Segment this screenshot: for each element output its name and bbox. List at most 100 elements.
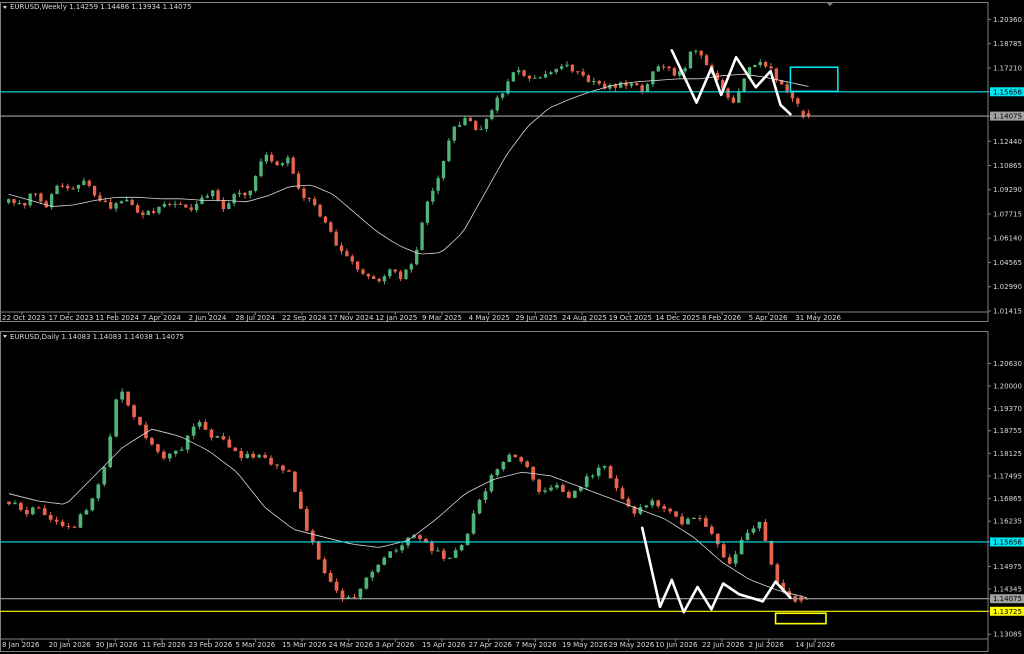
daily-candle-body (328, 573, 333, 582)
daily-candle-body (775, 564, 780, 583)
weekly-candle-body (114, 203, 118, 209)
weekly-candle-body (683, 68, 687, 72)
daily-candle-body (227, 439, 232, 448)
weekly-candle-body (474, 121, 478, 130)
weekly-candle-body (243, 192, 247, 196)
weekly-candle-body (275, 161, 279, 166)
weekly-candle-body (173, 203, 177, 205)
weekly-x-tick-label: 17 Nov 2024 (329, 314, 374, 322)
daily-candle-body (483, 491, 488, 500)
weekly-y-tick-label: 1.09290 (993, 186, 1022, 194)
weekly-candle-body (549, 72, 553, 75)
weekly-candle-body (640, 85, 644, 92)
daily-y-tick-label: 1.18125 (993, 450, 1022, 458)
weekly-candle-body (527, 75, 532, 79)
weekly-x-tick-label: 7 Apr 2024 (142, 314, 181, 322)
weekly-x-tick-label: 17 Dec 2023 (49, 314, 94, 322)
weekly-candle-body (731, 97, 736, 103)
daily-candle-body (584, 476, 589, 487)
daily-candle-body (602, 466, 607, 468)
weekly-candle-body (490, 110, 494, 120)
weekly-candle-body (60, 185, 65, 187)
daily-y-tick-label: 1.17495 (993, 472, 1022, 480)
weekly-candle-body (178, 203, 183, 205)
weekly-candle-body (565, 64, 569, 67)
daily-candle-body (745, 532, 750, 540)
daily-candle-body (376, 564, 381, 572)
weekly-x-tick-label: 14 Dec 2025 (655, 314, 700, 322)
weekly-candle-body (184, 204, 188, 208)
daily-candle-body (715, 533, 720, 545)
weekly-candle-body (570, 64, 575, 72)
weekly-y-tick-label: 1.20360 (993, 16, 1022, 24)
daily-candle-body (19, 502, 23, 510)
weekly-price-tag-label: 1.15656 (993, 88, 1022, 96)
daily-x-tick-label: 11 Feb 2026 (142, 641, 186, 649)
daily-y-tick-label: 1.16235 (993, 518, 1022, 526)
weekly-candle-body (7, 199, 11, 203)
daily-candle-body (167, 453, 172, 459)
daily-candle-body (340, 590, 345, 599)
daily-candle-body (60, 521, 65, 527)
daily-x-tick-label: 15 Apr 2026 (422, 641, 466, 649)
daily-x-tick-label: 19 May 2026 (562, 641, 608, 649)
daily-candle-body (662, 506, 667, 509)
weekly-candle-body (463, 117, 467, 126)
daily-y-tick-label: 1.19370 (993, 405, 1022, 413)
weekly-x-tick-label: 29 Jun 2025 (515, 314, 557, 322)
daily-candle-body (519, 457, 524, 462)
weekly-candle-body (130, 199, 134, 206)
weekly-candle-body (259, 161, 263, 177)
weekly-candle-body (71, 188, 75, 190)
daily-candle-body (763, 521, 768, 541)
daily-candle-body (507, 454, 512, 463)
daily-candle-body (435, 550, 440, 552)
daily-candle-body (78, 514, 83, 528)
daily-candle-body (400, 545, 404, 551)
weekly-candle-body (645, 84, 650, 92)
daily-candle-body (769, 540, 774, 565)
daily-candle-body (310, 530, 315, 543)
weekly-y-tick-label: 1.10865 (993, 162, 1022, 170)
weekly-candle-body (141, 212, 145, 215)
daily-candle-body (150, 438, 154, 445)
daily-candle-body (263, 455, 267, 458)
daily-x-tick-label: 7 May 2026 (515, 641, 557, 649)
weekly-candle-body (559, 66, 564, 69)
daily-candle-body (525, 461, 530, 467)
daily-candle-body (251, 453, 256, 458)
daily-candle-body (537, 479, 541, 492)
weekly-candle-body (688, 51, 693, 69)
weekly-x-tick-label: 24 Aug 2025 (562, 314, 607, 322)
weekly-candle-body (355, 261, 360, 270)
weekly-candle-body (135, 205, 140, 213)
weekly-candle-body (651, 71, 655, 85)
daily-candle-body (644, 505, 649, 508)
weekly-candle-body (656, 66, 660, 72)
daily-candle-body (84, 510, 89, 515)
daily-candle-body (418, 535, 422, 539)
daily-candle-body (620, 488, 625, 499)
daily-candle-body (298, 491, 303, 509)
weekly-candle-body (667, 66, 671, 69)
weekly-candle-body (398, 271, 403, 279)
weekly-candle-body (221, 200, 226, 210)
weekly-candle-body (151, 211, 156, 213)
daily-candle-body (751, 528, 756, 533)
daily-x-tick-label: 3 Apr 2026 (375, 641, 414, 649)
daily-x-tick-label: 2 Jul 2026 (749, 641, 785, 649)
weekly-candle-body (291, 157, 295, 174)
weekly-candle-body (237, 192, 242, 195)
weekly-candle-body (635, 83, 639, 86)
daily-candle-body (66, 526, 71, 528)
daily-x-tick-label: 15 Mar 2026 (282, 641, 327, 649)
daily-candle-body (686, 518, 690, 525)
weekly-candle-body (205, 196, 209, 198)
daily-candle-body (304, 508, 309, 531)
daily-candle-body (608, 466, 613, 479)
weekly-x-tick-label: 9 Mar 2025 (422, 314, 462, 322)
weekly-candle-body (533, 77, 537, 79)
weekly-candle-body (592, 80, 596, 83)
daily-candle-body (471, 513, 476, 534)
weekly-candle-body (796, 98, 800, 104)
